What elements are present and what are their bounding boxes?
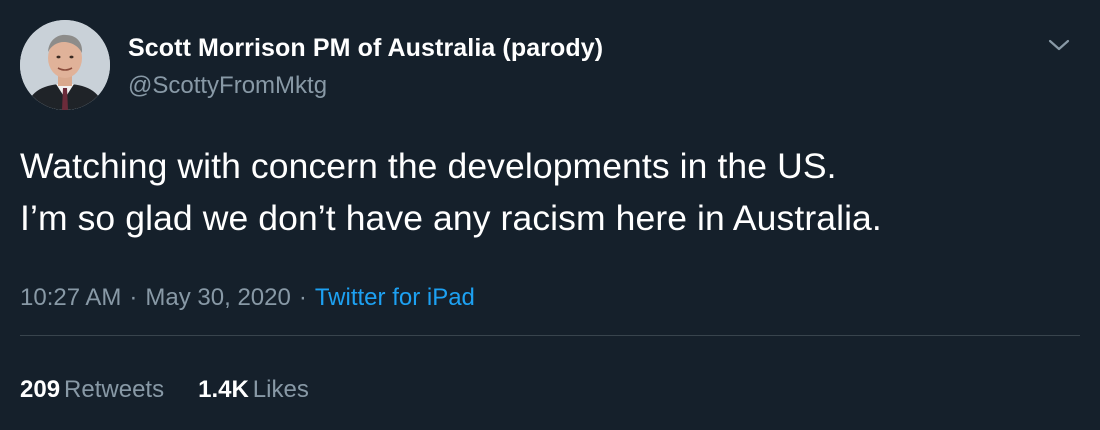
avatar-photo-icon — [20, 20, 110, 110]
likes-label: Likes — [252, 376, 309, 403]
tweet-text-line: Watching with concern the developments i… — [20, 146, 837, 186]
meta-separator: · — [298, 284, 307, 311]
retweets-label: Retweets — [64, 376, 165, 403]
tweet-card: Scott Morrison PM of Australia (parody) … — [0, 0, 1100, 430]
tweet-meta: 10:27 AM · May 30, 2020 · Twitter for iPad — [20, 284, 475, 312]
meta-separator: · — [129, 284, 138, 311]
retweets-stat[interactable]: 209 Retweets — [20, 376, 164, 404]
user-handle[interactable]: @ScottyFromMktg — [128, 72, 327, 100]
avatar[interactable] — [20, 20, 110, 110]
tweet-time[interactable]: 10:27 AM — [20, 284, 121, 311]
tweet-text-line: I’m so glad we don’t have any racism her… — [20, 198, 882, 238]
tweet-text: Watching with concern the developments i… — [20, 140, 1080, 244]
likes-stat[interactable]: 1.4K Likes — [198, 376, 309, 404]
tweet-date[interactable]: May 30, 2020 — [145, 284, 290, 311]
tweet-stats: 209 Retweets 1.4K Likes — [20, 376, 343, 404]
divider — [20, 335, 1080, 336]
more-options-button[interactable] — [1046, 32, 1072, 58]
tweet-source-link[interactable]: Twitter for iPad — [315, 284, 475, 311]
likes-count: 1.4K — [198, 376, 249, 403]
chevron-down-icon — [1048, 39, 1070, 51]
display-name[interactable]: Scott Morrison PM of Australia (parody) — [128, 34, 603, 63]
retweets-count: 209 — [20, 376, 61, 403]
